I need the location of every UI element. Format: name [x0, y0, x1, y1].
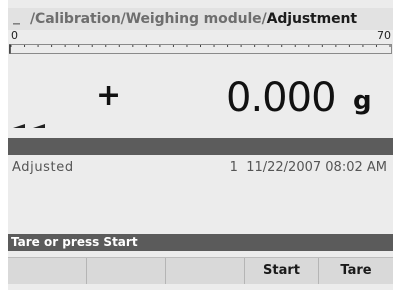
weight-value: 0.000: [226, 75, 337, 121]
start-button[interactable]: Start: [245, 258, 319, 284]
softkey-3[interactable]: [166, 258, 245, 284]
status-message: Tare or press Start: [11, 235, 138, 249]
adjustment-info-row: Adjusted 1 11/22/2007 08:02 AM: [8, 159, 393, 179]
adjustment-time: 08:02 AM: [325, 160, 387, 175]
breadcrumb-path: /Calibration/Weighing module/Adjustment: [30, 8, 357, 30]
adjustment-details: 1 11/22/2007 08:02 AM: [230, 159, 387, 177]
adjustment-number: 1: [229, 160, 238, 175]
scale-ticks: [10, 45, 391, 47]
weight-unit: g: [353, 86, 372, 116]
weight-sign: +: [96, 78, 122, 113]
softkey-bar: Start Tare: [8, 257, 393, 284]
adjusted-label: Adjusted: [12, 160, 74, 175]
breadcrumb-current: Adjustment: [266, 11, 357, 27]
tare-button[interactable]: Tare: [319, 258, 393, 284]
scale-ruler: [9, 44, 392, 54]
status-message-bar: Tare or press Start: [8, 234, 393, 251]
softkey-2[interactable]: [87, 258, 166, 284]
breadcrumb-leading: _: [13, 9, 20, 25]
softkey-1[interactable]: [8, 258, 87, 284]
breadcrumb-parents: /Calibration/Weighing module/: [30, 11, 267, 27]
stability-icon: [13, 124, 45, 128]
breadcrumb: _ /Calibration/Weighing module/Adjustmen…: [8, 8, 393, 30]
separator-bar: [8, 138, 393, 155]
weight-display: + 0.000 g: [8, 62, 393, 134]
balance-screen: _ /Calibration/Weighing module/Adjustmen…: [8, 0, 393, 290]
adjustment-date: 11/22/2007: [246, 160, 322, 175]
capacity-scale: 0 70: [8, 30, 393, 60]
